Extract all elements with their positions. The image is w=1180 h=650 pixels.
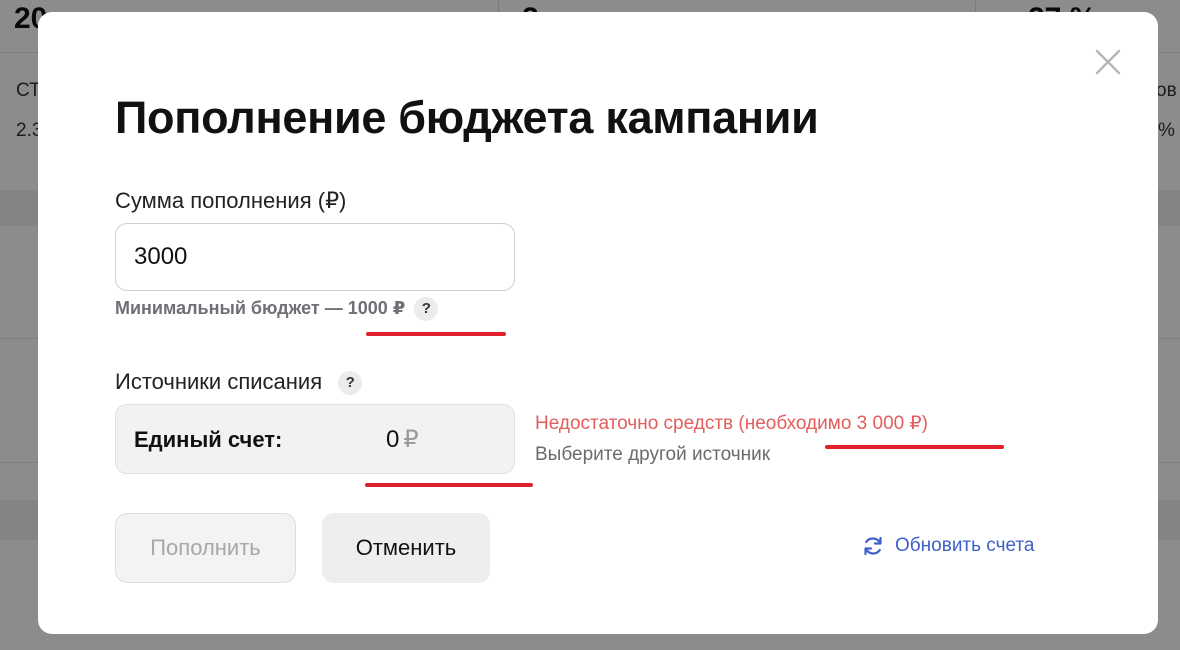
account-amount: 0 (386, 426, 400, 453)
dialog-title: Пополнение бюджета кампании (115, 92, 819, 143)
min-budget-text: Минимальный бюджет — 1000 ₽ (115, 297, 406, 318)
refresh-icon (864, 536, 882, 556)
insufficient-funds-error: Недостаточно средств (необходимо 3 000 ₽… (535, 413, 928, 434)
choose-source-hint: Выберите другой источник (535, 444, 771, 465)
amount-input[interactable] (115, 223, 515, 291)
help-icon[interactable]: ? (338, 371, 363, 396)
sources-label: Источники списания (115, 369, 323, 394)
refresh-accounts-label: Обновить счета (895, 535, 1035, 556)
underline-annotation (365, 483, 533, 487)
top-up-budget-dialog: Пополнение бюджета кампании Сумма пополн… (38, 12, 1158, 634)
underline-annotation (825, 445, 1004, 449)
currency-sign: ₽ (403, 426, 419, 453)
sources-label-row: Источники списания ? (115, 369, 363, 396)
submit-button[interactable]: Пополнить (115, 513, 296, 583)
underline-annotation (366, 332, 506, 336)
payment-source-single-account[interactable]: Единый счет: 0 ₽ (115, 404, 515, 474)
min-budget-hint: Минимальный бюджет — 1000 ₽ ? (115, 297, 439, 321)
refresh-accounts-link[interactable]: Обновить счета (861, 534, 1035, 558)
amount-label: Сумма пополнения (₽) (115, 188, 347, 213)
account-name: Единый счет: (134, 427, 283, 452)
cancel-button[interactable]: Отменить (322, 513, 490, 583)
close-icon[interactable] (1094, 48, 1122, 76)
help-icon[interactable]: ? (414, 297, 439, 321)
account-balance: 0 ₽ (386, 425, 419, 454)
